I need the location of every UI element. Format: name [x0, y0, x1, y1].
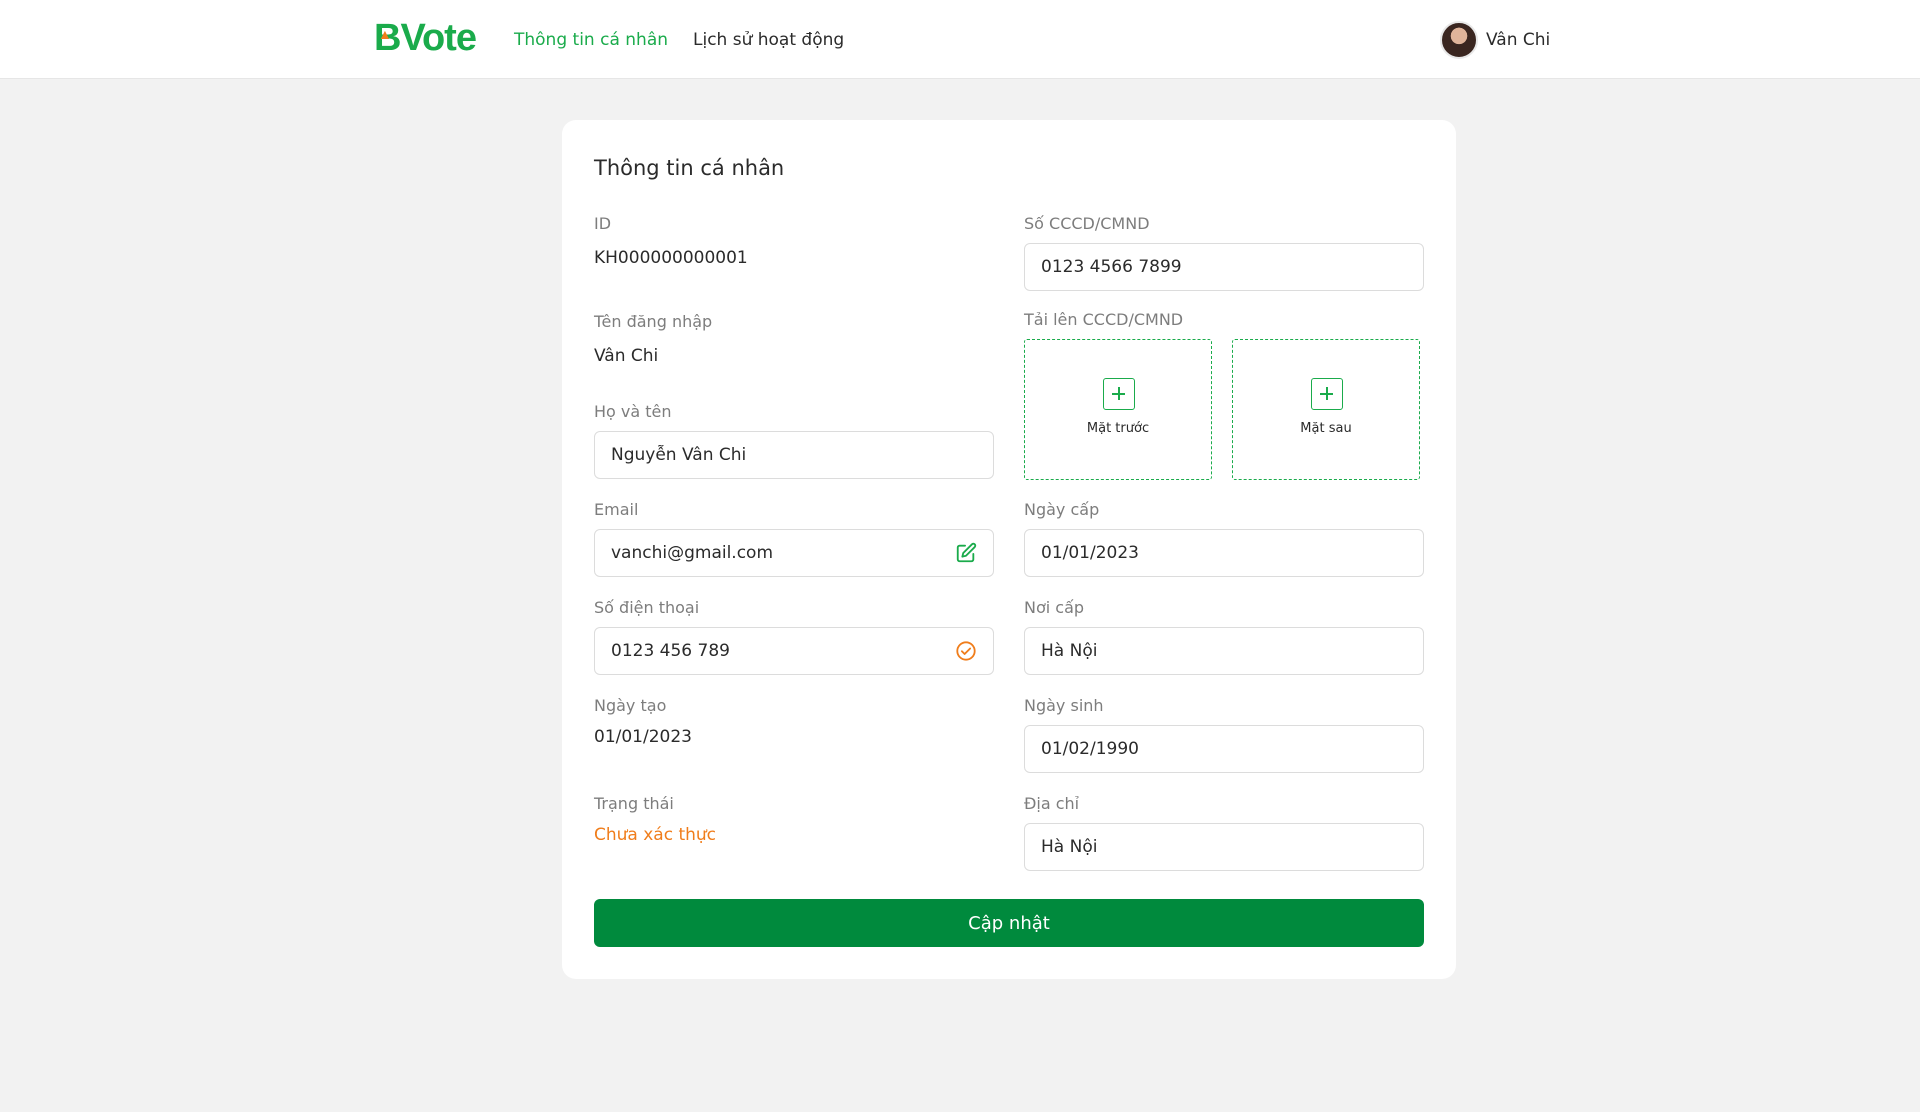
- edit-icon[interactable]: [955, 542, 977, 564]
- card-title: Thông tin cá nhân: [594, 156, 785, 180]
- upload-front-button[interactable]: Mặt trước: [1024, 339, 1212, 480]
- id-number-label: Số CCCD/CMND: [1024, 214, 1150, 233]
- created-date-label: Ngày tạo: [594, 696, 667, 715]
- phone-field[interactable]: [594, 627, 994, 675]
- plus-icon: [1103, 378, 1135, 410]
- nav-activity-history[interactable]: Lịch sử hoạt động: [693, 28, 844, 52]
- upload-back-label: Mặt sau: [1300, 421, 1352, 436]
- top-navbar: ▲ BVote Thông tin cá nhân Lịch sử hoạt đ…: [0, 0, 1920, 79]
- id-number-input[interactable]: [1041, 257, 1407, 277]
- issue-place-input[interactable]: [1041, 641, 1407, 661]
- created-date-value: 01/01/2023: [594, 727, 692, 747]
- upload-back-button[interactable]: Mặt sau: [1232, 339, 1420, 480]
- issue-place-field[interactable]: [1024, 627, 1424, 675]
- id-upload-label: Tải lên CCCD/CMND: [1024, 310, 1184, 329]
- status-label: Trạng thái: [594, 794, 674, 813]
- birth-date-field[interactable]: [1024, 725, 1424, 773]
- full-name-input[interactable]: [611, 445, 977, 465]
- issue-date-field[interactable]: [1024, 529, 1424, 577]
- avatar[interactable]: [1440, 21, 1478, 59]
- id-label: ID: [594, 214, 612, 233]
- username-label: Tên đăng nhập: [594, 312, 713, 331]
- status-value: Chưa xác thực: [594, 825, 717, 845]
- username-value: Vân Chi: [594, 346, 659, 366]
- issue-place-label: Nơi cấp: [1024, 598, 1085, 617]
- phone-label: Số điện thoại: [594, 598, 700, 617]
- plus-icon: [1311, 378, 1343, 410]
- email-label: Email: [594, 500, 639, 519]
- full-name-label: Họ và tên: [594, 402, 672, 421]
- birth-date-input[interactable]: [1041, 739, 1407, 759]
- id-number-field[interactable]: [1024, 243, 1424, 291]
- nav-personal-info[interactable]: Thông tin cá nhân: [514, 28, 668, 52]
- address-field[interactable]: [1024, 823, 1424, 871]
- email-field[interactable]: [594, 529, 994, 577]
- birth-date-label: Ngày sinh: [1024, 696, 1104, 715]
- user-menu[interactable]: Vân Chi: [1440, 21, 1550, 59]
- upload-front-label: Mặt trước: [1086, 421, 1150, 436]
- email-input[interactable]: [611, 543, 947, 563]
- issue-date-label: Ngày cấp: [1024, 500, 1100, 519]
- bvote-logo[interactable]: ▲ BVote: [374, 19, 477, 57]
- phone-input[interactable]: [611, 641, 947, 661]
- logo-accent-icon: ▲: [378, 26, 392, 42]
- update-button[interactable]: Cập nhật: [594, 899, 1424, 947]
- address-input[interactable]: [1041, 837, 1407, 857]
- address-label: Địa chỉ: [1024, 794, 1080, 813]
- user-name: Vân Chi: [1486, 30, 1551, 50]
- personal-info-card: Thông tin cá nhân ID KH000000000001 Tên …: [562, 120, 1456, 979]
- verified-check-icon: [956, 641, 976, 661]
- issue-date-input[interactable]: [1041, 543, 1407, 563]
- full-name-field[interactable]: [594, 431, 994, 479]
- id-value: KH000000000001: [594, 248, 748, 268]
